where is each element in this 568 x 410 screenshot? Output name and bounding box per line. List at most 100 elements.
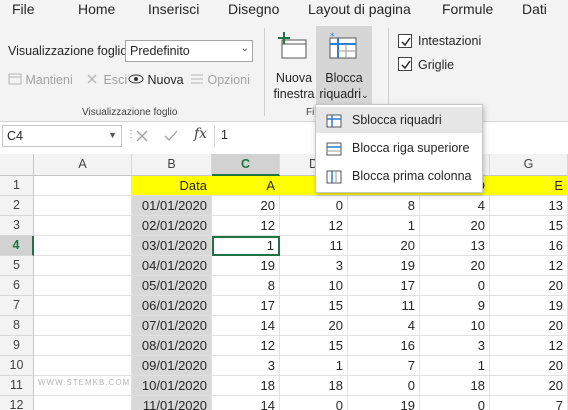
column-header-g[interactable]: G (490, 154, 568, 176)
table-cell[interactable]: 0 (280, 196, 348, 216)
table-cell[interactable]: 20 (490, 356, 568, 376)
name-box[interactable]: C4 ▼ (2, 125, 122, 147)
table-cell[interactable]: 02/01/2020 (132, 216, 212, 236)
headings-checkbox[interactable] (398, 34, 412, 48)
table-cell[interactable] (34, 336, 132, 356)
table-cell[interactable]: 3 (280, 256, 348, 276)
menu-item-unfreeze-panes[interactable]: Sblocca riquadri (316, 107, 482, 133)
table-cell[interactable]: 11 (280, 236, 348, 256)
options-button[interactable]: Opzioni (190, 73, 250, 87)
table-cell[interactable] (34, 316, 132, 336)
row-header[interactable]: 12 (0, 396, 34, 410)
table-cell[interactable]: 0 (348, 376, 420, 396)
table-cell[interactable]: 17 (212, 296, 280, 316)
row-header[interactable]: 10 (0, 356, 34, 376)
table-cell[interactable]: 18 (212, 376, 280, 396)
table-cell[interactable]: 20 (348, 236, 420, 256)
menu-file[interactable]: File (12, 1, 35, 17)
table-cell[interactable]: 3 (212, 356, 280, 376)
table-cell[interactable] (34, 236, 132, 256)
table-cell[interactable] (34, 296, 132, 316)
table-cell[interactable]: 08/01/2020 (132, 336, 212, 356)
table-cell[interactable]: 3 (420, 336, 490, 356)
table-cell[interactable]: 06/01/2020 (132, 296, 212, 316)
table-cell[interactable]: 20 (420, 216, 490, 236)
table-cell[interactable]: 19 (348, 396, 420, 410)
table-cell[interactable]: 10/01/2020 (132, 376, 212, 396)
menu-formulas[interactable]: Formule (442, 1, 493, 17)
table-cell[interactable]: 16 (490, 236, 568, 256)
row-header[interactable]: 6 (0, 276, 34, 296)
header-cell[interactable] (34, 176, 132, 196)
table-cell[interactable]: 1 (212, 236, 280, 256)
table-cell[interactable]: 13 (490, 196, 568, 216)
menu-item-freeze-first-column[interactable]: Blocca prima colonna (316, 163, 482, 189)
table-cell[interactable]: 8 (348, 196, 420, 216)
select-all-corner[interactable] (0, 154, 34, 176)
table-cell[interactable]: 7 (490, 396, 568, 410)
table-cell[interactable]: 09/01/2020 (132, 356, 212, 376)
table-cell[interactable]: 18 (280, 376, 348, 396)
table-cell[interactable]: 20 (212, 196, 280, 216)
table-cell[interactable] (34, 276, 132, 296)
header-cell[interactable]: E (490, 176, 568, 196)
close-icon[interactable] (136, 130, 148, 142)
table-cell[interactable]: 9 (420, 296, 490, 316)
table-cell[interactable]: 0 (420, 396, 490, 410)
table-cell[interactable]: 14 (212, 316, 280, 336)
table-cell[interactable]: 19 (490, 296, 568, 316)
table-cell[interactable] (34, 256, 132, 276)
table-cell[interactable]: 20 (280, 316, 348, 336)
table-cell[interactable]: 01/01/2020 (132, 196, 212, 216)
table-cell[interactable]: 4 (420, 196, 490, 216)
table-cell[interactable]: 07/01/2020 (132, 316, 212, 336)
row-header[interactable]: 3 (0, 216, 34, 236)
gridlines-checkbox[interactable] (398, 57, 412, 71)
keep-button[interactable]: Mantieni (8, 73, 73, 87)
table-cell[interactable]: 11 (348, 296, 420, 316)
table-cell[interactable]: 0 (280, 396, 348, 410)
menu-insert[interactable]: Inserisci (148, 1, 199, 17)
table-cell[interactable] (34, 396, 132, 410)
new-window-button[interactable]: Nuova finestra (266, 26, 316, 104)
row-header[interactable]: 7 (0, 296, 34, 316)
row-header[interactable]: 9 (0, 336, 34, 356)
menu-home[interactable]: Home (78, 1, 115, 17)
table-cell[interactable]: 0 (420, 276, 490, 296)
table-cell[interactable]: 12 (212, 336, 280, 356)
menu-data[interactable]: Dati (522, 1, 547, 17)
table-cell[interactable]: 17 (348, 276, 420, 296)
exit-button[interactable]: Esci (86, 73, 127, 87)
row-header[interactable]: 1 (0, 176, 34, 196)
column-header-a[interactable]: A (34, 154, 132, 176)
menu-draw[interactable]: Disegno (228, 1, 279, 17)
header-cell[interactable]: A (212, 176, 280, 196)
table-cell[interactable]: 03/01/2020 (132, 236, 212, 256)
table-cell[interactable]: 10 (420, 316, 490, 336)
table-cell[interactable]: 14 (212, 396, 280, 410)
table-cell[interactable]: 18 (420, 376, 490, 396)
table-cell[interactable]: 20 (490, 276, 568, 296)
check-icon[interactable] (164, 130, 178, 142)
table-cell[interactable] (34, 216, 132, 236)
column-header-c[interactable]: C (212, 154, 280, 176)
row-header[interactable]: 5 (0, 256, 34, 276)
table-cell[interactable]: 7 (348, 356, 420, 376)
table-cell[interactable]: 4 (348, 316, 420, 336)
table-cell[interactable]: 8 (212, 276, 280, 296)
row-header[interactable]: 8 (0, 316, 34, 336)
table-cell[interactable]: 12 (490, 256, 568, 276)
table-cell[interactable]: 12 (490, 336, 568, 356)
row-header[interactable]: 2 (0, 196, 34, 216)
table-cell[interactable]: 04/01/2020 (132, 256, 212, 276)
menu-item-freeze-top-row[interactable]: Blocca riga superiore (316, 135, 482, 161)
table-cell[interactable]: 1 (420, 356, 490, 376)
table-cell[interactable]: 05/01/2020 (132, 276, 212, 296)
freeze-panes-button[interactable]: * Blocca riquadri⌄ (316, 26, 372, 104)
row-header[interactable]: 4 (0, 236, 34, 256)
header-cell[interactable]: Data (132, 176, 212, 196)
table-cell[interactable]: 15 (280, 296, 348, 316)
column-header-b[interactable]: B (132, 154, 212, 176)
function-icon[interactable]: fx (194, 126, 207, 142)
table-cell[interactable]: 1 (348, 216, 420, 236)
